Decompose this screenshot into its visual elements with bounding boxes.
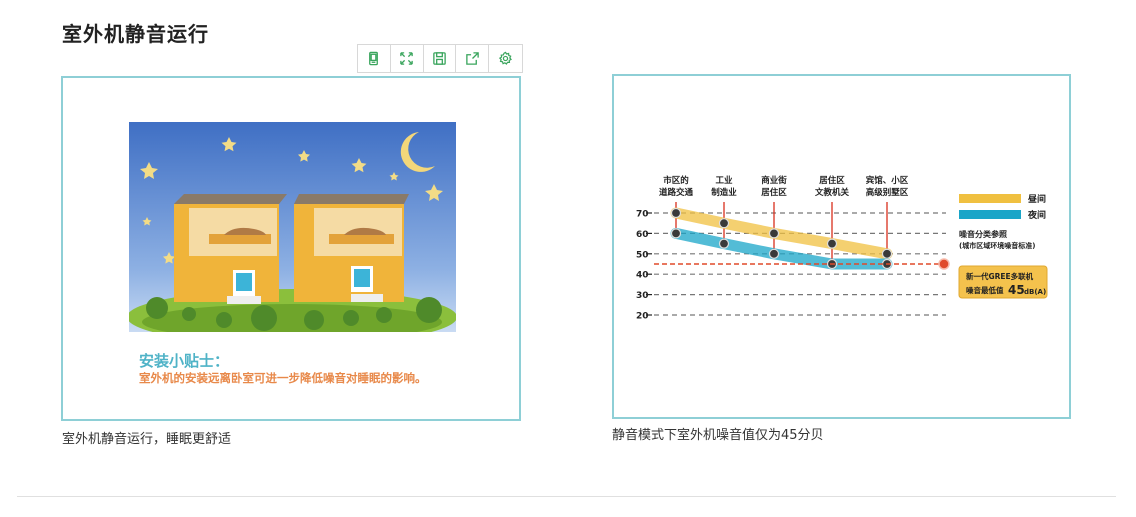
legend-swatch bbox=[959, 194, 1021, 203]
y-tick-label: 50 bbox=[636, 250, 649, 260]
legend-label: 夜间 bbox=[1027, 209, 1046, 221]
image-card-quiet-sleep[interactable]: 安装小贴士： 室外机的安装远离卧室可进一步降低噪音对睡眠的影响。 bbox=[61, 76, 521, 421]
tablet-icon bbox=[369, 51, 379, 66]
reference-note: 噪音分类参照 bbox=[959, 229, 1007, 239]
y-tick-label: 40 bbox=[636, 271, 649, 281]
settings-button[interactable] bbox=[489, 45, 522, 72]
save-icon bbox=[433, 52, 446, 65]
image-toolbar bbox=[357, 44, 523, 73]
data-point bbox=[881, 248, 893, 259]
illustration-night-houses bbox=[129, 122, 456, 332]
legend-swatch bbox=[959, 210, 1021, 219]
threshold-marker bbox=[938, 258, 950, 270]
page-title: 室外机静音运行 bbox=[62, 22, 209, 46]
y-tick-label: 20 bbox=[636, 312, 649, 322]
data-point bbox=[768, 228, 780, 239]
category-label: 商业街 bbox=[761, 175, 787, 186]
threshold-label-prefix: 噪音最低值 bbox=[966, 285, 1004, 295]
threshold-label-unit: dB(A) bbox=[1024, 288, 1046, 296]
image-card-noise-chart[interactable]: 70 60 50 40 30 20 市区的 道路交通 工业 制造业 商业街 居住区 居住区 文教机关 宾馆、… bbox=[612, 74, 1071, 419]
category-label: 市区的 bbox=[663, 175, 689, 186]
y-tick-label: 70 bbox=[636, 210, 649, 220]
data-point bbox=[768, 248, 780, 259]
noise-level-chart: 706050403020市区的道路交通工业制造业商业街居住区居住区文教机关宾馆、… bbox=[636, 175, 1048, 322]
reference-note-sub: (城市区域环境噪音标准) bbox=[959, 241, 1035, 250]
share-icon bbox=[466, 52, 479, 65]
expand-icon bbox=[400, 52, 413, 65]
caption-quiet-sleep: 室外机静音运行，睡眠更舒适 bbox=[62, 432, 232, 447]
y-tick-label: 60 bbox=[636, 230, 649, 240]
data-point bbox=[670, 207, 682, 219]
data-point bbox=[718, 218, 730, 229]
threshold-label-value: 45 bbox=[1008, 283, 1025, 297]
data-point bbox=[670, 228, 682, 239]
data-point bbox=[826, 238, 838, 249]
share-button[interactable] bbox=[456, 45, 490, 72]
tip-title: 安装小贴士： bbox=[139, 352, 230, 370]
data-point bbox=[718, 238, 730, 249]
category-label: 工业 bbox=[715, 175, 733, 186]
y-tick-label: 30 bbox=[636, 291, 649, 301]
category-label: 宾馆、小区 bbox=[866, 175, 909, 186]
gear-icon bbox=[498, 51, 513, 65]
category-label: 居住区 bbox=[760, 187, 787, 198]
mobile-view-button[interactable] bbox=[358, 45, 391, 72]
night-scene-illustration bbox=[129, 122, 456, 332]
threshold-label-line1: 新一代GREE多联机 bbox=[966, 271, 1034, 281]
category-label: 道路交通 bbox=[659, 187, 694, 198]
category-label: 高级别墅区 bbox=[866, 187, 909, 198]
fullscreen-button[interactable] bbox=[391, 45, 424, 72]
tip-text: 室外机的安装远离卧室可进一步降低噪音对睡眠的影响。 bbox=[139, 371, 427, 385]
save-button[interactable] bbox=[424, 45, 457, 72]
caption-noise-value: 静音模式下室外机噪音值仅为45分贝 bbox=[612, 428, 824, 443]
legend-label: 昼间 bbox=[1028, 193, 1046, 205]
category-label: 文教机关 bbox=[815, 187, 850, 198]
category-label: 制造业 bbox=[711, 187, 737, 198]
section-divider bbox=[17, 496, 1116, 497]
category-label: 居住区 bbox=[818, 175, 845, 186]
